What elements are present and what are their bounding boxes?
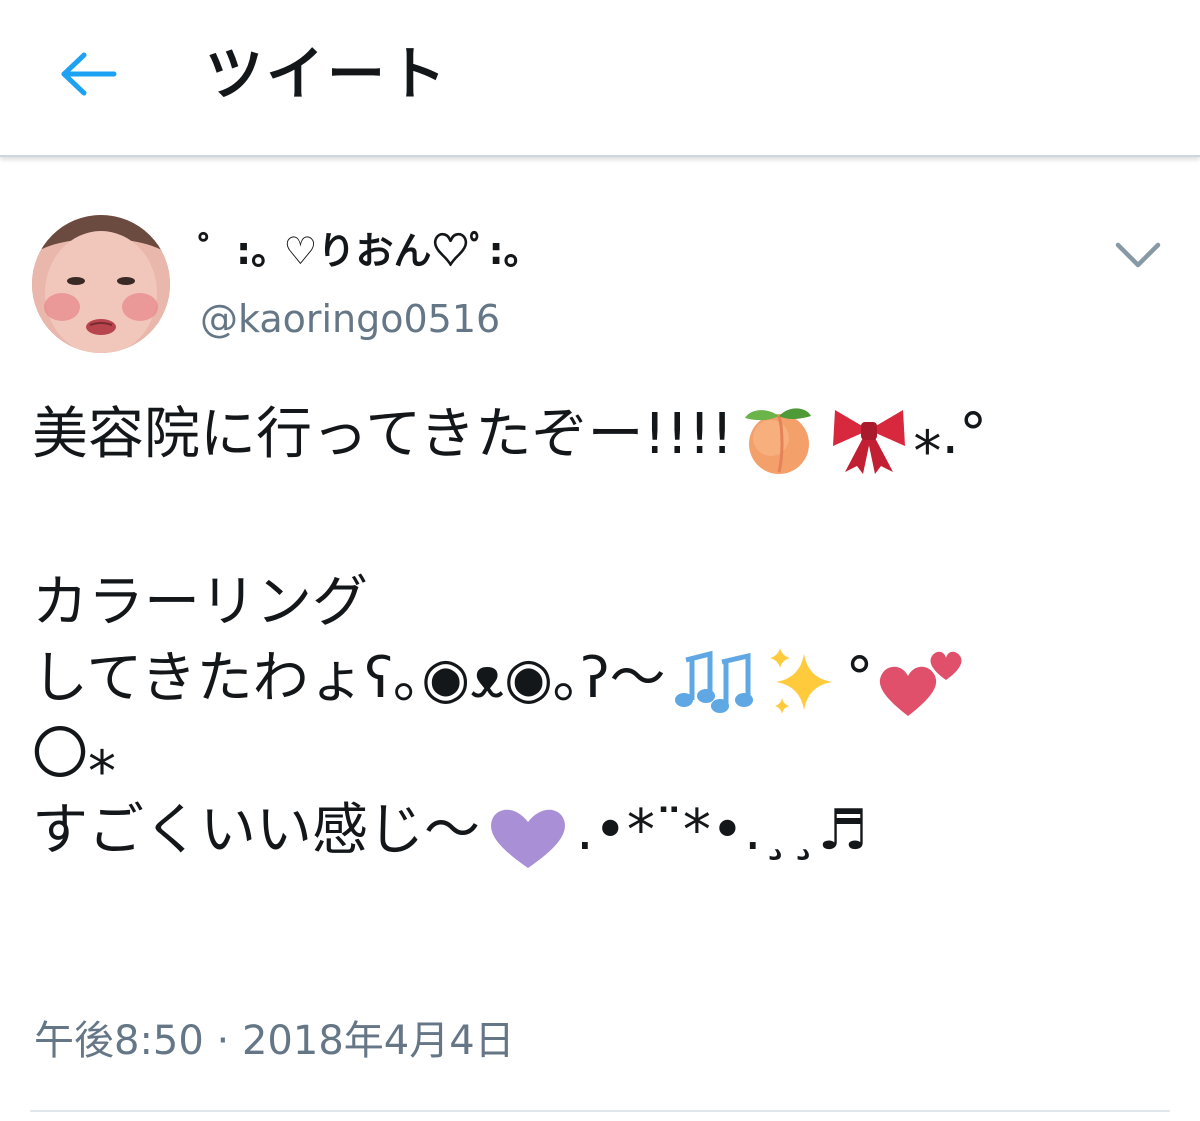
tweet-line-1-text: 美容院に行ってきたぞー!!!! bbox=[32, 402, 734, 467]
peach-emoji bbox=[745, 408, 812, 474]
tweet-line-5-text: すごくいい感じ〜 bbox=[32, 798, 480, 863]
tweet-line-4: 〇⁎ bbox=[32, 722, 116, 787]
avatar-photo bbox=[32, 215, 170, 353]
top-app-bar: ツイート bbox=[0, 0, 1200, 157]
tweet-menu-button[interactable] bbox=[1110, 235, 1166, 275]
chevron-down-icon bbox=[1115, 242, 1161, 268]
ribbon-emoji bbox=[833, 409, 906, 474]
sparkles-emoji bbox=[769, 647, 832, 714]
tweet-timestamp[interactable]: 午後8:50 · 2018年4月4日 bbox=[34, 1015, 515, 1067]
tweet-line-3-text: してきたわょʕ｡◉ᴥ◉｡ʔ〜 bbox=[32, 646, 666, 711]
author-display-name[interactable]: ゜:｡ ♡りおん♡ﾟ:｡ bbox=[198, 225, 523, 277]
two-hearts-emoji bbox=[879, 651, 961, 716]
author-handle[interactable]: @kaoringo0516 bbox=[200, 293, 500, 345]
tweet-line-3-degree: ° bbox=[845, 646, 874, 711]
tweet-line-3: してきたわょʕ｡◉ᴥ◉｡ʔ〜 ° bbox=[32, 641, 1162, 717]
back-button[interactable] bbox=[48, 42, 128, 106]
tweet: ゜:｡ ♡りおん♡ﾟ:｡ @kaoringo0516 美容院に行ってきたぞー!!… bbox=[0, 157, 1200, 1121]
purple-heart-emoji bbox=[491, 809, 565, 868]
tweet-line-1-tail: ⁎.° bbox=[913, 402, 988, 467]
divider bbox=[30, 1110, 1170, 1112]
tweet-line-1: 美容院に行ってきたぞー!!!! ⁎.° bbox=[32, 397, 1162, 474]
tweet-line-2: カラーリング bbox=[32, 570, 368, 635]
tweet-line-5-tail: .•*¨*•.¸¸♬ bbox=[576, 798, 868, 863]
page-title: ツイート bbox=[205, 40, 450, 108]
tweet-line-5: すごくいい感じ〜 .•*¨*•.¸¸♬ bbox=[32, 793, 1162, 869]
arrow-left-icon bbox=[61, 52, 117, 96]
musical-notes-emoji bbox=[674, 650, 753, 713]
tweet-text: 美容院に行ってきたぞー!!!! ⁎.° カラーリング してきたわょʕ｡◉ᴥ◉｡ʔ… bbox=[32, 397, 1162, 869]
tweet-detail-screen: ツイート ゜:｡ ♡りおん♡ﾟ:｡ @kaoringo0516 美容院に行ってき… bbox=[0, 0, 1200, 1121]
user-avatar[interactable] bbox=[32, 215, 170, 353]
